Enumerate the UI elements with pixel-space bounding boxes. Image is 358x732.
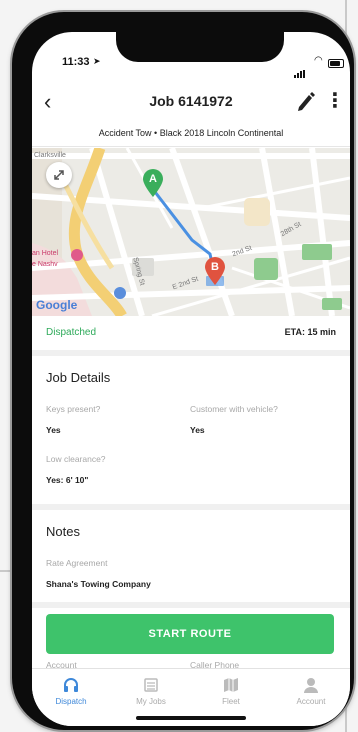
job-status-row: Dispatched ETA: 15 min — [32, 316, 350, 356]
rate-label: Rate Agreement — [46, 558, 108, 568]
google-logo: Google — [36, 298, 78, 312]
home-indicator — [136, 716, 246, 720]
customer-value: Yes — [190, 425, 205, 435]
map-canvas — [32, 148, 350, 316]
tab-label: Account — [296, 697, 326, 706]
keys-label: Keys present? — [46, 404, 101, 414]
navigation-bar: ‹ Job 6141972 ⋮ — [32, 86, 350, 122]
more-options-button[interactable]: ⋮ — [325, 90, 345, 112]
pencil-icon — [298, 92, 315, 111]
location-arrow-icon: ➤ — [93, 56, 101, 66]
rate-value: Shana's Towing Company — [46, 579, 151, 589]
clearance-value: Yes: 6' 10" — [46, 475, 89, 485]
start-route-button[interactable]: START ROUTE — [46, 614, 334, 654]
section-divider — [32, 602, 350, 608]
job-subtitle: Accident Tow • Black 2018 Lincoln Contin… — [98, 128, 284, 138]
customer-label: Customer with vehicle? — [190, 404, 278, 414]
tab-label: Dispatch — [55, 697, 87, 706]
notes-title: Notes — [46, 524, 80, 539]
map-poi-label: e Nashv — [32, 261, 58, 268]
map-icon — [201, 675, 261, 695]
signal-icon — [294, 60, 306, 78]
tab-dispatch[interactable]: Dispatch — [41, 675, 101, 706]
marker-a[interactable]: A — [142, 168, 164, 198]
marker-b[interactable]: B — [204, 256, 226, 286]
clearance-label: Low clearance? — [46, 454, 106, 464]
tab-account[interactable]: Account — [281, 675, 341, 706]
tab-label: Fleet — [222, 697, 240, 706]
tab-my-jobs[interactable]: My Jobs — [121, 675, 181, 706]
job-details-title: Job Details — [46, 370, 111, 385]
marker-a-label: A — [149, 173, 157, 185]
headset-icon — [41, 675, 101, 695]
marker-b-label: B — [211, 261, 219, 273]
phone-frame: 11:33 ➤ ◠ ‹ Job 6141972 ⋮ Accident Tow •… — [12, 12, 354, 730]
hotel-pin-icon — [71, 249, 83, 261]
expand-map-button[interactable] — [46, 162, 72, 188]
user-icon — [281, 675, 341, 695]
eta-label: ETA: 15 min — [284, 327, 336, 337]
map-city-label: Clarksville — [34, 152, 66, 159]
expand-icon — [54, 170, 64, 180]
status-badge: Dispatched — [46, 327, 97, 338]
app-screen: 11:33 ➤ ◠ ‹ Job 6141972 ⋮ Accident Tow •… — [32, 32, 350, 726]
job-subtitle-bar: Accident Tow • Black 2018 Lincoln Contin… — [32, 122, 350, 147]
job-map[interactable]: Clarksville an Hotel e Nashv 2nd St E 2n… — [32, 148, 350, 316]
phone-notch — [116, 32, 284, 62]
tab-fleet[interactable]: Fleet — [201, 675, 261, 706]
edit-button[interactable] — [294, 88, 316, 114]
section-divider — [32, 504, 350, 510]
wifi-icon: ◠ — [314, 55, 323, 66]
list-icon — [121, 675, 181, 695]
status-time: 11:33 — [62, 56, 90, 68]
tab-label: My Jobs — [136, 697, 166, 706]
map-poi-label: an Hotel — [32, 250, 59, 257]
keys-value: Yes — [46, 425, 61, 435]
battery-icon — [328, 59, 344, 68]
